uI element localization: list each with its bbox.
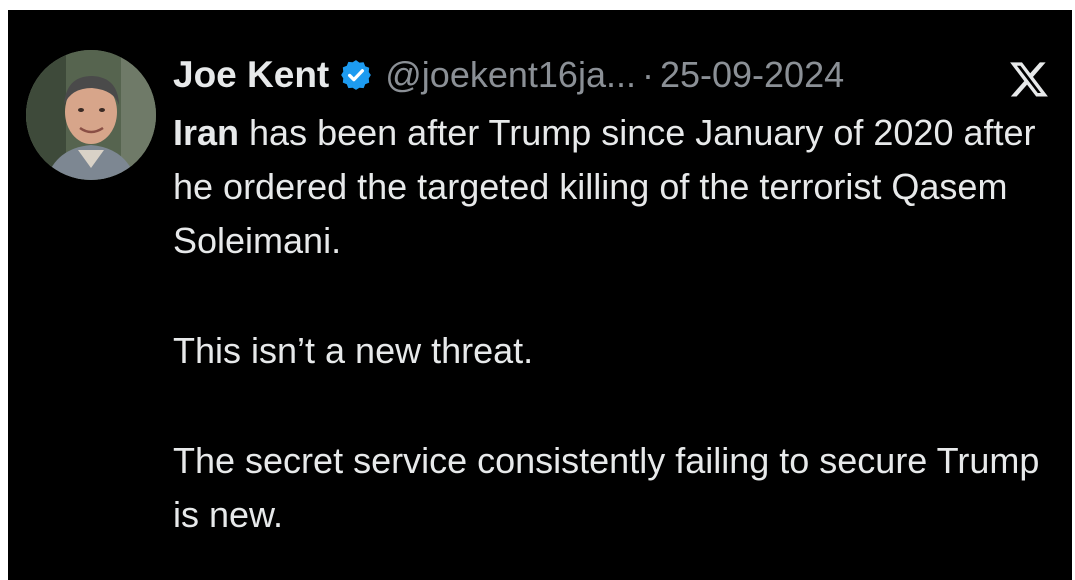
avatar[interactable] <box>26 50 156 180</box>
tweet-date[interactable]: 25-09-2024 <box>660 54 844 96</box>
hashtag-keyword: Iran <box>173 112 240 153</box>
tweet-paragraph-1: Iran has been after Trump since January … <box>173 106 1043 268</box>
tweet-paragraph-2: This isn’t a new threat. <box>173 330 534 371</box>
author-handle[interactable]: @joekent16ja... <box>385 54 636 96</box>
tweet-header: Joe Kent @joekent16ja... · 25-09-2024 <box>173 45 1053 105</box>
verified-badge-icon <box>339 58 373 92</box>
tweet-paragraph-1-text: has been after Trump since January of 20… <box>173 112 1036 261</box>
tweet-text: Iran has been after Trump since January … <box>173 106 1043 542</box>
tweet-paragraph-3: The secret service consistently failing … <box>173 440 1040 535</box>
header-separator: · <box>641 54 654 95</box>
tweet-card: Joe Kent @joekent16ja... · 25-09-2024 Ir… <box>8 10 1072 580</box>
x-logo-icon <box>1008 58 1050 100</box>
author-name[interactable]: Joe Kent <box>173 54 329 96</box>
profile-photo <box>26 50 156 180</box>
